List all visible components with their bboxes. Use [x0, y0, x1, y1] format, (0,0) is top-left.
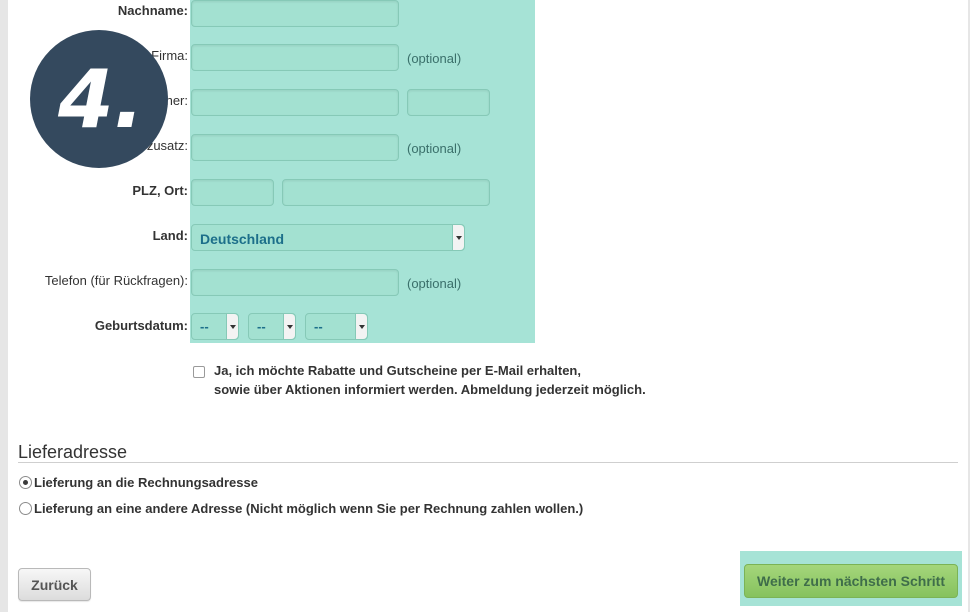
- newsletter-line-2: sowie über Aktionen informiert werden. A…: [214, 382, 646, 397]
- newsletter-line-1: Ja, ich möchte Rabatte und Gutscheine pe…: [214, 363, 581, 378]
- zip-city-label: PLZ, Ort:: [132, 183, 188, 198]
- phone-label: Telefon (für Rückfragen):: [44, 273, 188, 288]
- chevron-down-icon: [452, 225, 464, 250]
- street-input[interactable]: [191, 89, 399, 116]
- delivery-option-label[interactable]: Lieferung an die Rechnungsadresse: [34, 475, 258, 490]
- chevron-down-icon: [226, 314, 238, 339]
- birth-year-select[interactable]: --: [305, 313, 368, 340]
- newsletter-checkbox[interactable]: [193, 366, 205, 378]
- checkout-page: Nachname: Firma: (optional) her: zusatz:…: [8, 0, 968, 612]
- birth-year-value: --: [314, 319, 323, 334]
- section-divider: [18, 462, 958, 463]
- country-label: Land:: [152, 228, 188, 243]
- phone-optional-note: (optional): [407, 276, 462, 291]
- chevron-down-icon: [283, 314, 295, 339]
- back-button[interactable]: Zurück: [18, 568, 91, 601]
- chevron-down-icon: [355, 314, 367, 339]
- country-select-value: Deutschland: [200, 231, 285, 247]
- newsletter-text: Ja, ich möchte Rabatte und Gutscheine pe…: [214, 361, 714, 399]
- company-input[interactable]: [191, 44, 399, 71]
- birth-month-value: --: [257, 319, 266, 334]
- company-optional-note: (optional): [407, 51, 462, 66]
- phone-input[interactable]: [191, 269, 399, 296]
- birthdate-label: Geburtsdatum:: [94, 318, 188, 333]
- radio-delivery-other-address[interactable]: [19, 502, 32, 515]
- delivery-option-label[interactable]: Lieferung an eine andere Adresse (Nicht …: [34, 501, 583, 516]
- lastname-label: Nachname:: [117, 3, 188, 18]
- house-number-input[interactable]: [407, 89, 490, 116]
- delivery-section-title: Lieferadresse: [18, 442, 128, 462]
- birth-day-value: --: [200, 319, 209, 334]
- country-select[interactable]: Deutschland: [191, 224, 465, 251]
- birth-day-select[interactable]: --: [191, 313, 239, 340]
- radio-delivery-billing-address[interactable]: [19, 476, 32, 489]
- step-number-badge: 4.: [30, 30, 168, 168]
- lastname-input[interactable]: [191, 0, 399, 27]
- zip-input[interactable]: [191, 179, 274, 206]
- next-step-button[interactable]: Weiter zum nächsten Schritt: [744, 564, 958, 598]
- addition-optional-note: (optional): [407, 141, 462, 156]
- address-addition-input[interactable]: [191, 134, 399, 161]
- city-input[interactable]: [282, 179, 490, 206]
- birth-month-select[interactable]: --: [248, 313, 296, 340]
